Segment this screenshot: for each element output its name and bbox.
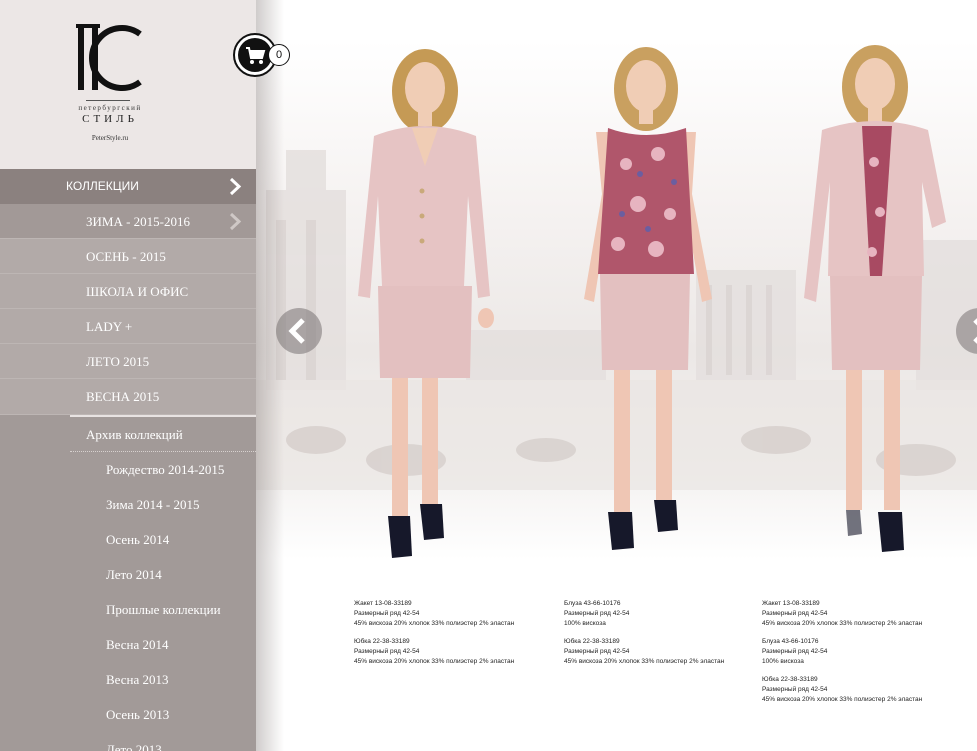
menu-item-summer-2015[interactable]: ЛЕТО 2015 [0, 344, 256, 379]
menu-leaf-label: Лето 2014 [106, 567, 162, 582]
logo[interactable]: петербургский СТИЛЬ PeterStyle.ru [0, 0, 256, 169]
menu-leaf-label: Весна 2014 [106, 637, 169, 652]
menu-leaf-summer-2013[interactable]: Лето 2013 [0, 732, 256, 751]
model-photo-2[interactable] [578, 44, 718, 559]
menu-leaf-label: Прошлые коллекции [106, 602, 221, 617]
menu-item-label: ВЕСНА 2015 [86, 389, 160, 404]
product-description-3: Жакет 13-08-33189 Размерный ряд 42-54 45… [762, 599, 922, 705]
desc-line: Юбка 22-38-33189 [762, 676, 818, 683]
desc-line: 45% вискоза 20% хлопок 33% полиэстер 2% … [354, 658, 515, 665]
menu-item-label: ОСЕНЬ - 2015 [86, 249, 166, 264]
menu-item-lady-plus[interactable]: LADY + [0, 309, 256, 344]
cart-icon-bg [238, 38, 272, 72]
model-photo-1[interactable] [352, 46, 502, 561]
desc-line: Размерный ряд 42-54 [564, 648, 630, 655]
logo-line1: петербургский [78, 104, 142, 112]
cart-count-badge: 0 [268, 44, 290, 66]
menu-leaf-spring-2014[interactable]: Весна 2014 [0, 627, 256, 662]
desc-line: Размерный ряд 42-54 [354, 648, 420, 655]
menu-leaf-past-collections[interactable]: Прошлые коллекции [0, 592, 256, 627]
menu-item-label: ЛЕТО 2015 [86, 354, 150, 369]
chevron-right-icon [229, 212, 242, 231]
logo-line2: СТИЛЬ [82, 113, 138, 125]
desc-line: Размерный ряд 42-54 [762, 610, 828, 617]
desc-line: Блуза 43-66-10176 [762, 638, 819, 645]
desc-line: Юбка 22-38-33189 [564, 638, 620, 645]
desc-line: 45% вискоза 20% хлопок 33% полиэстер 2% … [762, 620, 923, 627]
menu-leaf-autumn-2013[interactable]: Осень 2013 [0, 697, 256, 732]
menu-leaf-label: Зима 2014 - 2015 [106, 497, 200, 512]
menu-leaf-label: Рождество 2014-2015 [106, 462, 225, 477]
desc-line: 45% вискоза 20% хлопок 33% полиэстер 2% … [762, 696, 923, 703]
desc-line: 45% вискоза 20% хлопок 33% полиэстер 2% … [564, 658, 725, 665]
logo-url: PeterStyle.ru [91, 134, 129, 142]
menu-collections-label: КОЛЛЕКЦИИ [66, 179, 139, 193]
shopping-cart-icon [246, 47, 266, 64]
menu-item-school-office[interactable]: ШКОЛА И ОФИС [0, 274, 256, 309]
menu-leaf-spring-2013[interactable]: Весна 2013 [0, 662, 256, 697]
desc-line: Блуза 43-66-10176 [564, 600, 621, 607]
desc-line: Размерный ряд 42-54 [564, 610, 630, 617]
product-description-2: Блуза 43-66-10176 Размерный ряд 42-54 10… [564, 599, 724, 667]
menu-archive[interactable]: Архив коллекций [70, 415, 256, 452]
menu-item-autumn-2015[interactable]: ОСЕНЬ - 2015 [0, 239, 256, 274]
model-photo-3[interactable] [800, 42, 950, 557]
product-slider: Жакет 13-08-33189 Размерный ряд 42-54 45… [256, 0, 977, 751]
menu-item-winter-2015-2016[interactable]: ЗИМА - 2015-2016 [0, 204, 256, 239]
desc-line: Размерный ряд 42-54 [762, 648, 828, 655]
desc-line: Жакет 13-08-33189 [762, 600, 820, 607]
menu-item-label: ЗИМА - 2015-2016 [86, 214, 191, 229]
sidebar: петербургский СТИЛЬ PeterStyle.ru КОЛЛЕК… [0, 0, 256, 751]
desc-line: Размерный ряд 42-54 [354, 610, 420, 617]
menu-leaf-winter-2014-2015[interactable]: Зима 2014 - 2015 [0, 487, 256, 522]
menu-leaf-label: Весна 2013 [106, 672, 169, 687]
chevron-right-icon [973, 318, 977, 344]
menu-item-label: LADY + [86, 319, 133, 334]
desc-line: Размерный ряд 42-54 [762, 686, 828, 693]
chevron-left-icon [288, 318, 305, 344]
desc-line: Юбка 22-38-33189 [354, 638, 410, 645]
product-description-1: Жакет 13-08-33189 Размерный ряд 42-54 45… [354, 599, 514, 667]
menu-archive-label: Архив коллекций [86, 427, 183, 442]
sidebar-shadow [256, 0, 284, 751]
menu-collections[interactable]: КОЛЛЕКЦИИ [0, 169, 256, 204]
chevron-right-icon [229, 177, 242, 196]
menu-leaf-label: Осень 2013 [106, 707, 170, 722]
desc-line: 45% вискоза 20% хлопок 33% полиэстер 2% … [354, 620, 515, 627]
logo-mark [76, 24, 142, 91]
desc-line: 100% вискоза [762, 658, 804, 665]
menu-leaf-christmas-2014-2015[interactable]: Рождество 2014-2015 [0, 452, 256, 487]
desc-line: 100% вискоза [564, 620, 606, 627]
menu-item-label: ШКОЛА И ОФИС [86, 284, 189, 299]
menu-leaf-label: Осень 2014 [106, 532, 170, 547]
desc-line: Жакет 13-08-33189 [354, 600, 412, 607]
menu-leaf-summer-2014[interactable]: Лето 2014 [0, 557, 256, 592]
menu-leaf-autumn-2014[interactable]: Осень 2014 [0, 522, 256, 557]
logo-divider [86, 100, 130, 101]
menu-item-spring-2015[interactable]: ВЕСНА 2015 [0, 379, 256, 415]
slider-prev-button[interactable] [276, 308, 322, 354]
slider-next-button[interactable] [956, 308, 977, 354]
menu-leaf-label: Лето 2013 [106, 742, 162, 751]
